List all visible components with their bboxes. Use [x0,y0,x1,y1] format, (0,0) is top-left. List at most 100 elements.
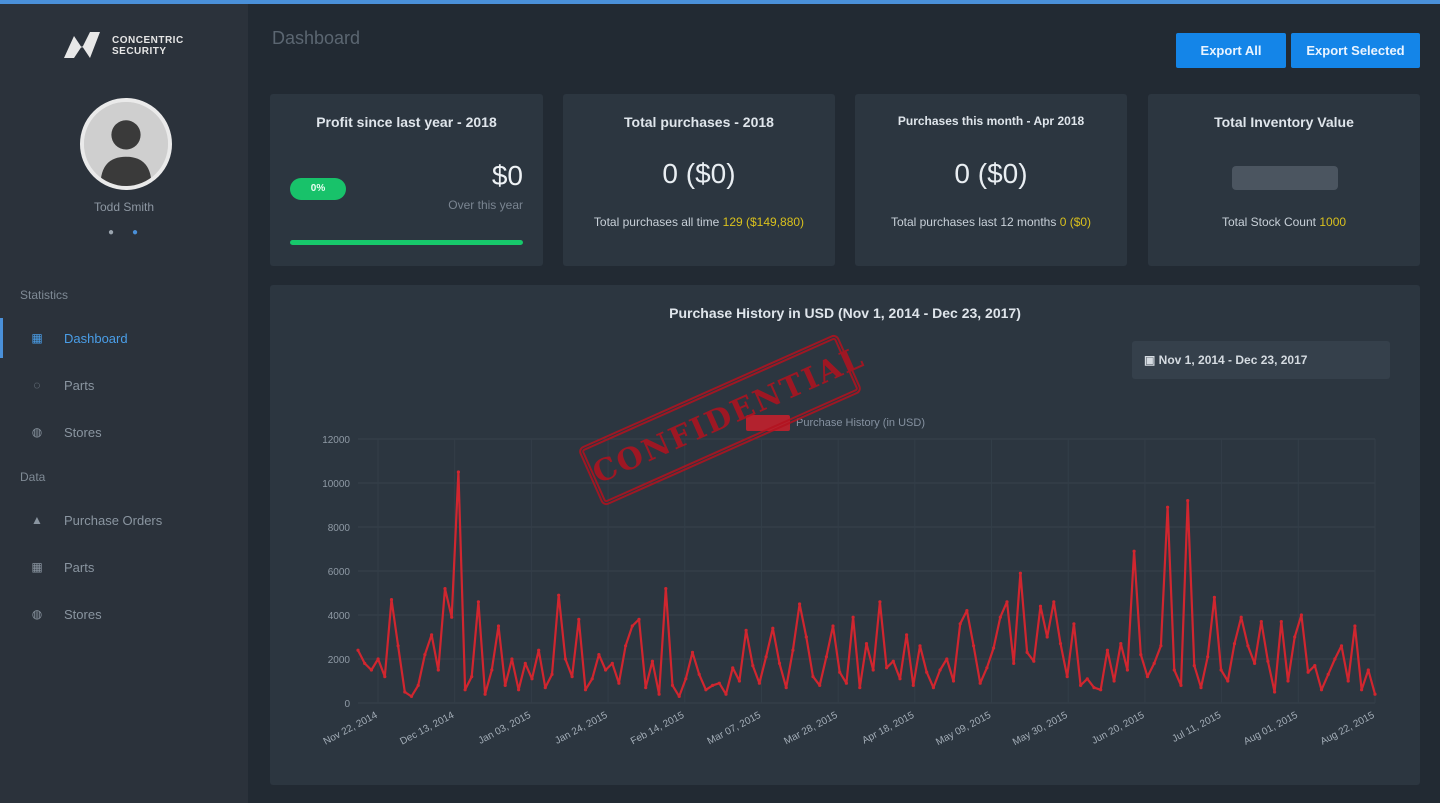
data-point[interactable] [891,659,895,663]
data-point[interactable] [1018,571,1023,575]
data-point[interactable] [945,657,949,661]
data-point[interactable] [1266,659,1270,663]
data-point[interactable] [1012,661,1016,665]
data-point[interactable] [1085,677,1089,681]
data-point[interactable] [711,683,715,687]
data-point[interactable] [838,670,842,674]
data-point[interactable] [510,657,514,661]
data-point[interactable] [1313,664,1317,668]
data-point[interactable] [684,677,688,681]
data-point[interactable] [363,661,367,665]
export-all-button[interactable]: Export All [1176,33,1286,68]
sidebar-item-stores-data[interactable]: ◍ Stores [0,594,248,634]
data-point[interactable] [905,633,909,637]
data-point[interactable] [1212,595,1216,599]
data-point[interactable] [590,677,594,681]
data-point[interactable] [409,694,414,698]
export-selected-button[interactable]: Export Selected [1291,33,1420,68]
data-point[interactable] [1346,679,1350,683]
data-point[interactable] [476,600,480,604]
data-point[interactable] [483,692,487,696]
data-point[interactable] [383,675,387,679]
data-point[interactable] [704,688,708,692]
data-point[interactable] [1065,675,1069,679]
data-point[interactable] [624,644,628,648]
data-point[interactable] [978,681,982,685]
data-point[interactable] [1333,657,1337,661]
data-point[interactable] [1226,679,1230,683]
data-point[interactable] [1105,648,1109,652]
data-point[interactable] [885,666,889,670]
data-point[interactable] [416,683,420,687]
data-point[interactable] [851,615,855,619]
data-point[interactable] [604,668,608,672]
data-point[interactable] [1139,653,1143,657]
data-point[interactable] [403,690,407,694]
data-point[interactable] [423,653,427,657]
data-point[interactable] [1299,613,1303,617]
data-point[interactable] [1112,679,1116,683]
data-point[interactable] [1005,600,1009,604]
data-point[interactable] [1286,679,1290,683]
data-point[interactable] [878,600,882,604]
data-point[interactable] [490,668,494,672]
sidebar-item-stores-stats[interactable]: ◍ Stores [0,412,248,452]
data-point[interactable] [1172,668,1176,672]
data-point[interactable] [690,650,695,654]
data-point[interactable] [677,694,681,698]
data-point[interactable] [443,587,447,591]
data-point[interactable] [496,624,501,628]
data-point[interactable] [1079,683,1083,687]
data-point[interactable] [617,681,621,685]
data-point[interactable] [1132,549,1136,553]
data-point[interactable] [1246,644,1250,648]
data-point[interactable] [610,661,614,665]
data-point[interactable] [523,661,527,665]
data-point[interactable] [369,668,373,672]
data-point[interactable] [1152,661,1156,665]
data-point[interactable] [911,683,915,687]
data-point[interactable] [864,642,869,646]
data-point[interactable] [717,681,721,685]
data-point[interactable] [744,628,748,632]
data-point[interactable] [530,677,534,681]
sidebar-item-dashboard[interactable]: ▦ Dashboard [0,318,248,358]
brand-logo[interactable]: CONCENTRIC SECURITY [60,26,200,66]
data-point[interactable] [992,646,996,650]
data-point[interactable] [804,635,808,639]
data-point[interactable] [764,655,768,659]
data-point[interactable] [1253,661,1257,665]
data-point[interactable] [1166,505,1170,509]
data-point[interactable] [958,622,962,626]
data-point[interactable] [791,648,795,652]
data-point[interactable] [537,648,541,652]
data-point[interactable] [1373,692,1377,696]
data-point[interactable] [637,617,641,621]
data-point[interactable] [1058,642,1063,646]
data-point[interactable] [1360,688,1364,692]
data-point[interactable] [1239,615,1243,619]
data-point[interactable] [396,644,400,648]
data-point[interactable] [557,593,561,597]
data-point[interactable] [1339,644,1344,648]
sidebar-item-parts-stats[interactable]: ◌ Parts [0,365,248,405]
data-point[interactable] [630,624,634,628]
data-point[interactable] [450,615,454,619]
data-point[interactable] [1145,675,1150,679]
data-point[interactable] [1199,686,1203,690]
data-point[interactable] [1219,668,1223,672]
data-point[interactable] [731,666,735,670]
sidebar-item-parts-data[interactable]: ▦ Parts [0,547,248,587]
data-point[interactable] [543,686,547,690]
data-point[interactable] [1092,686,1096,690]
data-point[interactable] [918,644,922,648]
data-point[interactable] [463,688,467,692]
data-point[interactable] [1025,650,1029,654]
data-point[interactable] [844,681,849,685]
data-point[interactable] [650,659,654,663]
data-point[interactable] [1192,664,1196,668]
data-point[interactable] [871,668,875,672]
data-point[interactable] [563,657,567,661]
data-point[interactable] [670,683,675,687]
data-point[interactable] [1273,690,1277,694]
